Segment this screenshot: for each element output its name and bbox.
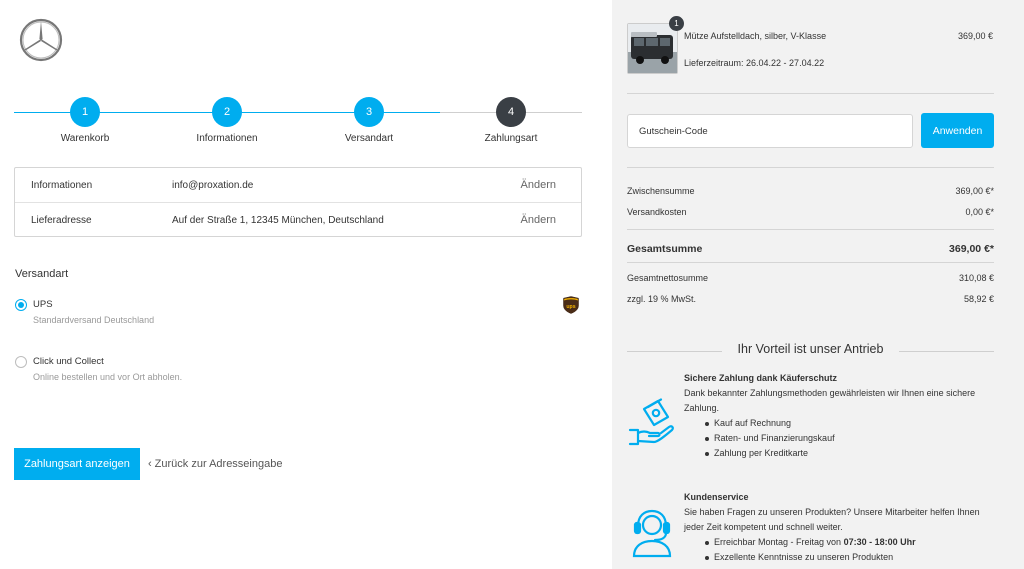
grand-total-label: Gesamtsumme bbox=[627, 243, 703, 255]
product-price: 369,00 € bbox=[957, 31, 993, 41]
edit-address-link[interactable]: Ändern bbox=[521, 214, 556, 226]
step-zahlungsart: 4 Zahlungsart bbox=[456, 96, 566, 144]
title-rule-right bbox=[899, 351, 994, 352]
radio-unselected[interactable] bbox=[15, 356, 27, 368]
step-number: 4 bbox=[496, 97, 526, 127]
advantage-heading: Sichere Zahlung dank Käuferschutz bbox=[684, 373, 838, 383]
radio-selected[interactable] bbox=[15, 299, 27, 311]
hours-value: 07:30 - 18:00 Uhr bbox=[843, 537, 916, 547]
advantage-heading: Kundenservice bbox=[684, 492, 749, 502]
shipping-cost-row: Versandkosten 0,00 €* bbox=[627, 207, 994, 217]
grand-total-value: 369,00 €* bbox=[949, 243, 994, 255]
step-number: 1 bbox=[70, 97, 100, 127]
divider bbox=[627, 93, 994, 94]
van-image-icon bbox=[628, 24, 677, 73]
subtotal-label: Zwischensumme bbox=[627, 186, 695, 196]
checkout-stepper: 1 Warenkorb 2 Informationen 3 Versandart… bbox=[14, 96, 582, 151]
step-label: Zahlungsart bbox=[484, 133, 538, 144]
shipping-option-name: Click und Collect bbox=[33, 356, 104, 367]
subtotal-value: 369,00 €* bbox=[955, 186, 994, 196]
step-label: Versandart bbox=[344, 133, 394, 144]
shipping-cost-label: Versandkosten bbox=[627, 207, 687, 217]
list-item: Zahlung per Kreditkarte bbox=[684, 446, 994, 461]
advantages-header: Ihr Vorteil ist unser Antrieb bbox=[627, 342, 994, 360]
chevron-left-icon: ‹ bbox=[148, 458, 152, 470]
edit-contact-link[interactable]: Ändern bbox=[521, 179, 556, 191]
back-link-label: Zurück zur Adresseingabe bbox=[154, 458, 283, 470]
info-key: Lieferadresse bbox=[31, 215, 92, 226]
step-number: 3 bbox=[354, 97, 384, 127]
show-payment-button[interactable]: Zahlungsart anzeigen bbox=[14, 448, 140, 480]
advantage-list: Kauf auf Rechnung Raten- und Finanzierun… bbox=[684, 416, 994, 461]
list-item: Exzellente Kenntnisse zu unseren Produkt… bbox=[684, 550, 994, 565]
step-informationen[interactable]: 2 Informationen bbox=[172, 96, 282, 144]
quantity-badge: 1 bbox=[669, 16, 684, 31]
net-total-value: 310,08 € bbox=[958, 273, 994, 283]
apply-coupon-button[interactable]: Anwenden bbox=[921, 113, 994, 148]
hand-money-icon bbox=[628, 398, 674, 446]
net-total-label: Gesamtnettosumme bbox=[627, 273, 709, 283]
shipping-option-desc: Standardversand Deutschland bbox=[33, 315, 155, 325]
subtotal-row: Zwischensumme 369,00 €* bbox=[627, 186, 994, 196]
divider bbox=[627, 262, 994, 263]
hours-prefix: Erreichbar Montag - Freitag von bbox=[714, 537, 844, 547]
advantages-title: Ihr Vorteil ist unser Antrieb bbox=[737, 342, 884, 356]
shipping-option-name: UPS bbox=[33, 299, 53, 310]
step-label: Warenkorb bbox=[60, 133, 110, 144]
grand-total-row: Gesamtsumme 369,00 €* bbox=[627, 243, 994, 255]
shipping-cost-value: 0,00 €* bbox=[965, 207, 994, 217]
info-row-address: Lieferadresse Auf der Straße 1, 12345 Mü… bbox=[15, 202, 581, 236]
advantage-secure-payment: Sichere Zahlung dank Käuferschutz Dank b… bbox=[684, 371, 994, 461]
ups-logo-icon: ups bbox=[563, 296, 579, 314]
info-row-contact: Informationen info@proxation.de Ändern bbox=[15, 168, 581, 202]
list-item: Erreichbar Montag - Freitag von 07:30 - … bbox=[684, 535, 994, 550]
step-number: 2 bbox=[212, 97, 242, 127]
vat-value: 58,92 € bbox=[963, 294, 994, 304]
shipping-option-desc: Online bestellen und vor Ort abholen. bbox=[33, 372, 183, 382]
advantage-text: Sie haben Fragen zu unseren Produkten? U… bbox=[684, 507, 980, 532]
step-warenkorb[interactable]: 1 Warenkorb bbox=[30, 96, 140, 144]
info-value: Auf der Straße 1, 12345 München, Deutsch… bbox=[172, 215, 384, 226]
advantage-text: Dank bekannter Zahlungsmethoden gewährle… bbox=[684, 388, 976, 413]
step-label: Informationen bbox=[196, 133, 258, 144]
product-delivery: Lieferzeitraum: 26.04.22 - 27.04.22 bbox=[684, 58, 825, 68]
product-thumbnail bbox=[627, 23, 678, 74]
headset-support-icon bbox=[632, 509, 672, 558]
coupon-code-input[interactable] bbox=[627, 114, 913, 148]
checkout-main: 1 Warenkorb 2 Informationen 3 Versandart… bbox=[0, 0, 612, 569]
divider bbox=[627, 167, 994, 168]
info-key: Informationen bbox=[31, 180, 93, 191]
mercedes-star-icon[interactable] bbox=[19, 18, 63, 62]
divider bbox=[627, 229, 994, 230]
step-versandart[interactable]: 3 Versandart bbox=[314, 96, 424, 144]
order-info-summary: Informationen info@proxation.de Ändern L… bbox=[14, 167, 582, 237]
vat-label: zzgl. 19 % MwSt. bbox=[627, 294, 697, 304]
advantage-customer-service: Kundenservice Sie haben Fragen zu unsere… bbox=[684, 490, 994, 565]
info-value: info@proxation.de bbox=[172, 180, 254, 191]
vat-row: zzgl. 19 % MwSt. 58,92 € bbox=[627, 294, 994, 304]
net-total-row: Gesamtnettosumme 310,08 € bbox=[627, 273, 994, 283]
list-item: Kauf auf Rechnung bbox=[684, 416, 994, 431]
list-item: Raten- und Finanzierungskauf bbox=[684, 431, 994, 446]
svg-text:ups: ups bbox=[566, 304, 575, 310]
product-name: Mütze Aufstelldach, silber, V-Klasse bbox=[684, 31, 827, 41]
back-to-address-link[interactable]: ‹ Zurück zur Adresseingabe bbox=[148, 458, 282, 470]
order-sidebar bbox=[612, 0, 1024, 569]
shipping-section-title: Versandart bbox=[15, 268, 69, 280]
advantage-list: Erreichbar Montag - Freitag von 07:30 - … bbox=[684, 535, 994, 565]
